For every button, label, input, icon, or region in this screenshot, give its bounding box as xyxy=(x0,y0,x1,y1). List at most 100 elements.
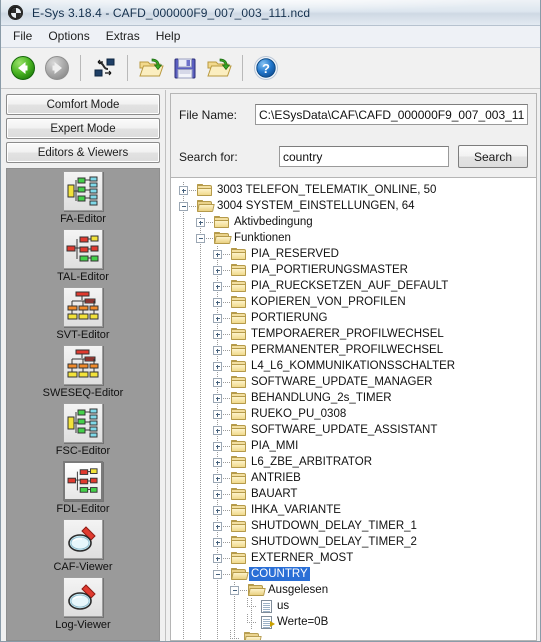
folder-closed-icon xyxy=(231,328,246,340)
tree-guide-line xyxy=(200,342,201,358)
tree-collapse-icon[interactable] xyxy=(213,569,222,579)
tree-row[interactable]: L6_ZBE_ARBITRATOR xyxy=(171,454,536,470)
tree-row[interactable]: PIA_PORTIERUNGSMASTER xyxy=(171,262,536,278)
tree-connector xyxy=(223,477,230,479)
sidebar-item-fsc-editor[interactable]: FSC-Editor xyxy=(7,403,159,457)
tree-row[interactable]: PIA_MMI xyxy=(171,438,536,454)
tree-expand-icon[interactable] xyxy=(213,297,222,307)
connect-button[interactable] xyxy=(88,52,120,84)
tree-expand-icon[interactable] xyxy=(213,329,222,339)
main-body: Comfort Mode Expert Mode Editors & Viewe… xyxy=(1,90,540,641)
tree-row[interactable]: SOFTWARE_UPDATE_MANAGER xyxy=(171,374,536,390)
tree-row[interactable]: 3004 SYSTEM_EINSTELLUNGEN, 64 xyxy=(171,198,536,214)
help-button[interactable]: ? xyxy=(250,52,282,84)
tree-guide-line xyxy=(183,246,184,262)
tree-expand-icon[interactable] xyxy=(213,505,222,515)
tree-expand-icon[interactable] xyxy=(213,281,222,291)
tree-expand-icon[interactable] xyxy=(213,377,222,387)
forward-button[interactable] xyxy=(41,52,73,84)
folder-open-icon xyxy=(197,200,215,212)
tree-row[interactable]: EXTERNER_MOST xyxy=(171,550,536,566)
tree-row[interactable]: SOFTWARE_UPDATE_ASSISTANT xyxy=(171,422,536,438)
tree-expand-icon[interactable] xyxy=(196,217,205,227)
sidebar-item-svt-editor[interactable]: SVT-Editor xyxy=(7,287,159,341)
search-input[interactable] xyxy=(279,146,449,167)
tree-expand-icon[interactable] xyxy=(213,553,222,563)
tree-row[interactable]: Funktionen xyxy=(171,230,536,246)
save-button[interactable] xyxy=(169,52,201,84)
tree-row[interactable]: PIA_RUECKSETZEN_AUF_DEFAULT xyxy=(171,278,536,294)
tree-expand-icon[interactable] xyxy=(213,521,222,531)
tree-expand-icon[interactable] xyxy=(213,457,222,467)
sidebar-item-sweseq-editor[interactable]: SWESEQ-Editor xyxy=(7,345,159,399)
tree-guide-line xyxy=(183,550,184,566)
tree-row[interactable]: Ausgelesen xyxy=(171,582,536,598)
back-button[interactable] xyxy=(7,52,39,84)
expert-mode-button[interactable]: Expert Mode xyxy=(6,118,160,139)
tree-expand-icon[interactable] xyxy=(213,489,222,499)
sidebar-item-caf-viewer[interactable]: CAF-Viewer xyxy=(7,519,159,573)
tree-expand-icon[interactable] xyxy=(213,537,222,547)
tree-row[interactable]: Aktivbedingung xyxy=(171,214,536,230)
tree-expand-icon[interactable] xyxy=(213,393,222,403)
folder-closed-icon xyxy=(214,216,229,228)
tree-row[interactable]: TEMPORAERER_PROFILWECHSEL xyxy=(171,326,536,342)
search-button[interactable]: Search xyxy=(458,145,528,168)
tree-connector xyxy=(223,253,230,255)
tree-expand-icon[interactable] xyxy=(213,265,222,275)
tree-row[interactable]: us xyxy=(171,598,536,614)
tree-expand-icon[interactable] xyxy=(213,425,222,435)
tree-row[interactable]: RUEKO_PU_0308 xyxy=(171,406,536,422)
sweseq-tree-icon xyxy=(67,349,99,378)
tree-row[interactable]: PERMANENTER_PROFILWECHSEL xyxy=(171,342,536,358)
sidebar-item-fa-editor[interactable]: FA-Editor xyxy=(7,171,159,225)
tree-row[interactable]: KOPIEREN_VON_PROFILEN xyxy=(171,294,536,310)
tree-row-label: SHUTDOWN_DELAY_TIMER_2 xyxy=(251,536,417,548)
comfort-mode-button[interactable]: Comfort Mode xyxy=(6,94,160,115)
tree-row[interactable]: IHKA_VARIANTE xyxy=(171,502,536,518)
tree-row[interactable]: COUNTRY xyxy=(171,566,536,582)
tree-expand-icon[interactable] xyxy=(213,345,222,355)
menu-options[interactable]: Options xyxy=(40,26,97,47)
tree-row-label: TEMPORAERER_PROFILWECHSEL xyxy=(251,328,444,340)
fsc-editor-icon-box xyxy=(63,403,103,443)
tree-row[interactable]: PIA_RESERVED xyxy=(171,246,536,262)
tree-collapse-icon[interactable] xyxy=(196,233,205,243)
sidebar-item-fdl-editor[interactable]: FDL-Editor xyxy=(7,461,159,515)
caf-tree-panel[interactable]: 3003 TELEFON_TELEMATIK_ONLINE, 50 3004 SY… xyxy=(170,177,537,641)
tree-collapse-icon[interactable] xyxy=(179,201,188,211)
sidebar-item-log-viewer[interactable]: Log-Viewer xyxy=(7,577,159,631)
menu-extras[interactable]: Extras xyxy=(98,26,148,47)
editors-viewers-button[interactable]: Editors & Viewers xyxy=(6,142,160,163)
tree-guide-line xyxy=(200,614,201,630)
tree-guide-line xyxy=(234,614,235,630)
tree-expand-icon[interactable] xyxy=(179,185,188,195)
tree-row[interactable]: 3003 TELEFON_TELEMATIK_ONLINE, 50 xyxy=(171,182,536,198)
tree-expand-icon[interactable] xyxy=(213,313,222,323)
tree-expand-icon[interactable] xyxy=(213,361,222,371)
tree-row[interactable]: BEHANDLUNG_2s_TIMER xyxy=(171,390,536,406)
tree-row[interactable]: Werte=0B xyxy=(171,614,536,630)
connection-nodes-icon xyxy=(94,58,115,77)
tree-row[interactable]: SHUTDOWN_DELAY_TIMER_2 xyxy=(171,534,536,550)
tree-guide-line xyxy=(200,422,201,438)
tree-row[interactable]: SHUTDOWN_DELAY_TIMER_1 xyxy=(171,518,536,534)
sidebar-item-tal-editor[interactable]: TAL-Editor xyxy=(7,229,159,283)
open-folder-button[interactable] xyxy=(203,52,235,84)
tree-connector xyxy=(223,285,230,287)
tree-expand-icon[interactable] xyxy=(213,409,222,419)
menu-help[interactable]: Help xyxy=(148,26,189,47)
tree-collapse-icon[interactable] xyxy=(230,585,239,595)
tree-row[interactable]: ANTRIEB xyxy=(171,470,536,486)
file-name-input[interactable] xyxy=(255,104,528,125)
tree-expand-icon[interactable] xyxy=(213,249,222,259)
tree-row[interactable]: BAUART xyxy=(171,486,536,502)
tree-expand-icon[interactable] xyxy=(213,473,222,483)
menu-file[interactable]: File xyxy=(5,26,40,47)
tree-row[interactable] xyxy=(171,630,536,640)
tree-row[interactable]: PORTIERUNG xyxy=(171,310,536,326)
tree-row[interactable]: L4_L6_KOMMUNIKATIONSSCHALTER xyxy=(171,358,536,374)
tree-expand-icon[interactable] xyxy=(213,441,222,451)
tree-guide-line xyxy=(183,374,184,390)
open-file-button[interactable] xyxy=(135,52,167,84)
